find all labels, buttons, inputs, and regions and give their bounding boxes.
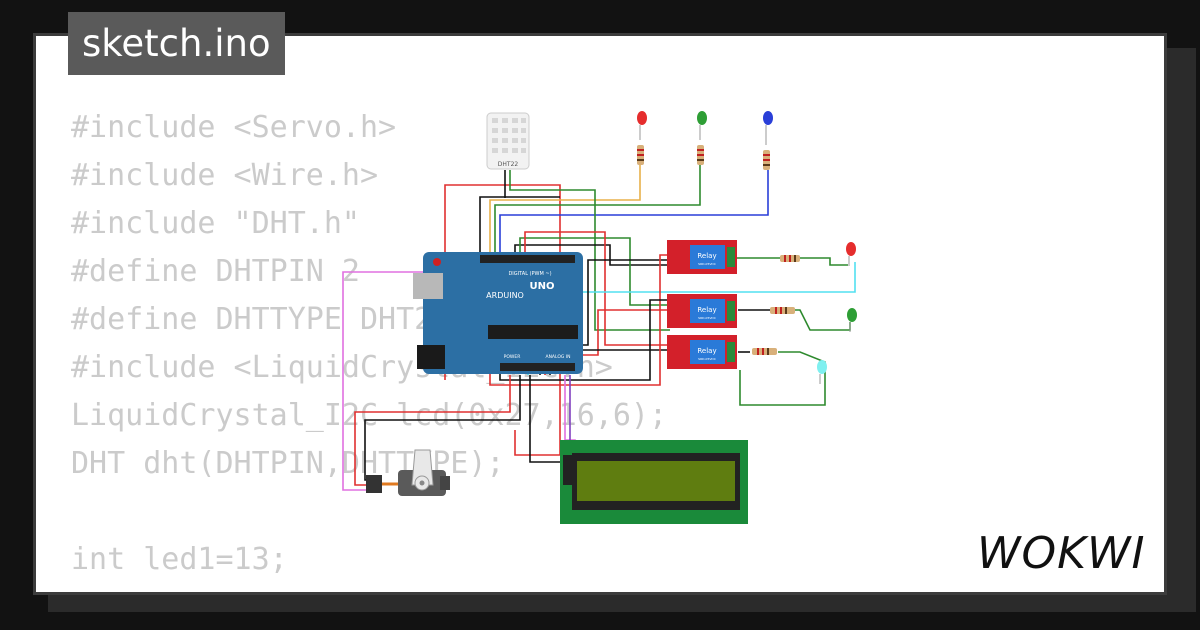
logo-text: WOKWI — [977, 528, 1145, 578]
resistor-1 — [780, 255, 800, 262]
board-brand: ARDUINO — [486, 291, 524, 300]
relay-module-2: Relay SRD-05VDC — [667, 294, 737, 328]
arduino-board: DIGITAL (PWM ~) ARDUINO UNO POWER ANALOG… — [413, 252, 583, 374]
led-green-right — [847, 308, 857, 332]
led-red-top — [637, 111, 647, 165]
sensor-label: DHT22 — [498, 161, 519, 168]
board-digital-label: DIGITAL (PWM ~) — [508, 271, 551, 277]
relay-module-1: Relay SRD-05VDC — [667, 240, 737, 274]
relay-label: Relay — [697, 306, 716, 314]
relay-module-3: Relay SRD-05VDC — [667, 335, 737, 369]
wires — [342, 155, 856, 491]
relay-sub: SRD-05VDC — [698, 316, 716, 320]
resistor-3 — [752, 348, 777, 355]
lcd-display — [560, 440, 748, 524]
servo-motor — [366, 449, 450, 496]
resistor-2 — [770, 307, 795, 314]
led-blue-top — [763, 111, 773, 170]
relay-label: Relay — [697, 347, 716, 355]
board-label: UNO — [530, 281, 555, 292]
wokwi-logo: WOKWI — [977, 528, 1145, 578]
relay-label: Relay — [697, 252, 716, 260]
file-tab[interactable]: sketch.ino — [68, 12, 285, 75]
relay-sub: SRD-05VDC — [698, 262, 716, 266]
board-analog-label: ANALOG IN — [545, 354, 570, 360]
board-power-label: POWER — [504, 354, 521, 360]
led-green-top — [697, 111, 707, 165]
dht22-sensor: DHT22 — [486, 112, 530, 170]
relay-sub: SRD-05VDC — [698, 357, 716, 361]
